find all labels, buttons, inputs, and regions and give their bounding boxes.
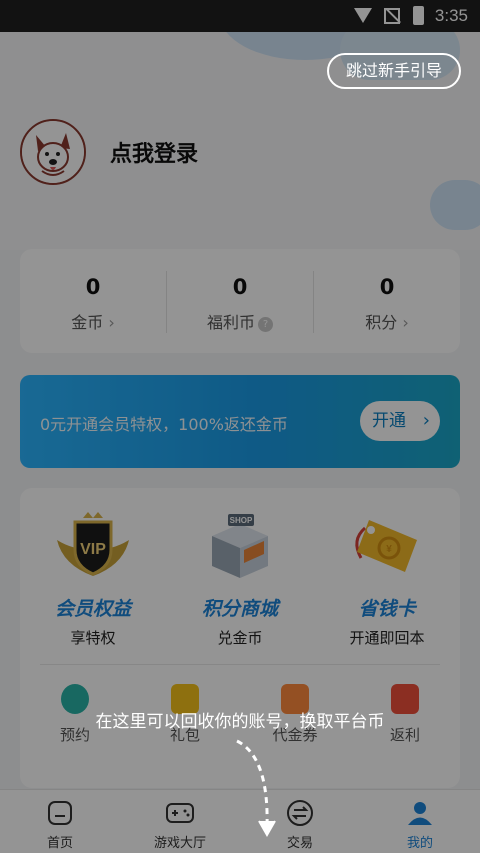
feature-title: 省钱卡 — [358, 598, 416, 620]
tab-label: 游戏大厅 — [153, 836, 206, 851]
status-time: 3:35 — [434, 6, 468, 25]
vip-open-label: 开通 — [372, 411, 406, 431]
feature-points-mall[interactable]: SHOP 积分商城 兑金币 — [167, 510, 313, 648]
svg-text:¥: ¥ — [386, 544, 392, 555]
vip-open-button[interactable]: 开通 › — [360, 401, 440, 441]
stat-gold-coins[interactable]: 0 金币 › — [20, 249, 166, 353]
home-icon — [46, 800, 74, 826]
stat-label: 积分 — [365, 313, 398, 332]
stat-points[interactable]: 0 积分 › — [314, 249, 460, 353]
wifi-icon — [354, 8, 372, 23]
stat-welfare-coins[interactable]: 0 福利币? — [167, 249, 313, 353]
dashed-arrow-icon — [236, 739, 276, 838]
dog-avatar-icon — [22, 121, 84, 183]
battery-icon — [413, 6, 424, 25]
vip-promo-banner[interactable]: 0元开通会员特权，100%返还金币 开通 › — [20, 375, 460, 468]
feature-title: 会员权益 — [54, 598, 131, 620]
stat-value: 0 — [379, 275, 395, 299]
feature-subtitle: 享特权 — [70, 629, 116, 647]
user-icon — [406, 800, 434, 826]
decor-shape — [430, 180, 480, 230]
avatar[interactable] — [20, 119, 86, 185]
exchange-icon — [286, 800, 314, 826]
gamepad-icon — [166, 800, 194, 826]
chevron-right-icon: › — [402, 313, 409, 332]
stat-value: 0 — [85, 275, 101, 299]
coupon-card-icon: ¥ — [347, 510, 427, 580]
feature-title: 积分商城 — [201, 598, 278, 620]
chevron-right-icon: › — [422, 410, 430, 431]
help-icon[interactable]: ? — [258, 317, 273, 332]
divider — [40, 664, 440, 665]
tab-label: 我的 — [406, 836, 433, 851]
no-signal-icon — [384, 8, 400, 24]
status-bar: 3:35 — [0, 0, 480, 32]
vip-badge-icon: VIP — [53, 510, 133, 580]
tab-game-hall[interactable]: 游戏大厅 — [120, 790, 240, 853]
feature-subtitle: 开通即回本 — [349, 629, 425, 647]
stat-label: 福利币 — [206, 313, 255, 332]
shop-icon: SHOP — [200, 510, 280, 580]
login-link[interactable]: 点我登录 — [110, 136, 198, 168]
balance-card: 0 金币 › 0 福利币? 0 积分 › — [20, 249, 460, 353]
tab-mine[interactable]: 我的 — [360, 790, 480, 853]
svg-text:SHOP: SHOP — [230, 516, 253, 525]
feature-vip-benefits[interactable]: VIP 会员权益 享特权 — [20, 510, 166, 648]
feature-saving-card[interactable]: ¥ 省钱卡 开通即回本 — [314, 510, 460, 648]
svg-text:VIP: VIP — [80, 541, 106, 558]
feature-subtitle: 兑金币 — [217, 629, 263, 647]
skip-guide-button[interactable]: 跳过新手引导 — [327, 53, 461, 89]
guide-tip-text: 在这里可以回收你的账号，换取平台币 — [95, 712, 385, 732]
vip-promo-text: 0元开通会员特权，100%返还金币 — [40, 415, 288, 434]
stat-value: 0 — [232, 275, 248, 299]
tab-label: 首页 — [46, 836, 73, 851]
stat-label: 金币 — [71, 313, 104, 332]
tab-home[interactable]: 首页 — [0, 790, 120, 853]
chevron-right-icon: › — [108, 313, 115, 332]
